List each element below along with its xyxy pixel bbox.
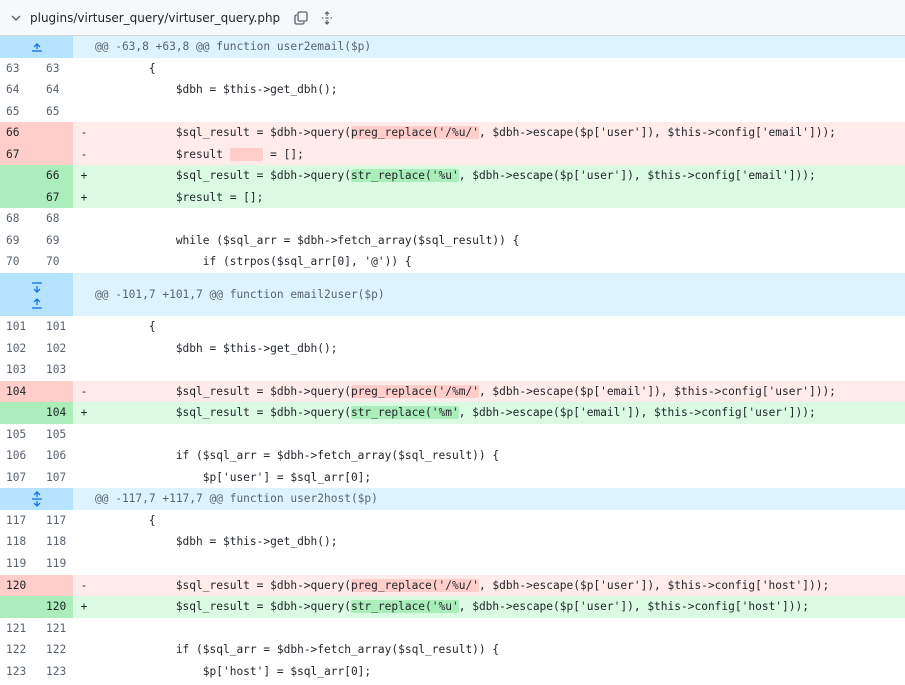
removed-token: preg_replace('/%u/' [350,126,479,140]
copy-icon[interactable] [290,7,312,29]
diff-line: 63 63 { [6,61,156,75]
deleted-line: 66- $sql_result = $dbh->query(preg_repla… [0,122,905,144]
unfold-icon[interactable] [316,7,338,29]
diff-line: 105 105 [6,427,67,441]
deleted-line: 104- $sql_result = $dbh->query(preg_repl… [0,380,905,403]
diff-line: 101 101 { [6,320,156,334]
chevron-down-icon[interactable] [8,10,24,26]
expand-both-icon[interactable] [0,273,73,317]
expand-up-icon[interactable] [0,36,73,58]
diff-line: 70 70 if (strpos($sql_arr[0], '@')) { [6,255,412,269]
diff-line: 107 107 $p['user'] = $sql_arr[0]; [6,470,372,484]
hunk-header-3: @@ -117,7 +117,7 @@ function user2host($… [0,488,905,510]
added-token: str_replace('%u' [350,600,459,614]
expand-both-icon[interactable] [0,488,73,510]
added-line: 66 + $sql_result = $dbh->query(str_replac… [0,165,905,187]
file-path[interactable]: plugins/virtuser_query/virtuser_query.ph… [30,11,280,25]
hunk-header-text: @@ -117,7 +117,7 @@ function user2host($… [95,492,378,506]
hunk-header-text: @@ -101,7 +101,7 @@ function email2user(… [95,288,385,302]
hunk-header-1: @@ -63,8 +63,8 @@ function user2email($p… [0,36,905,58]
diff-line: 121 121 [6,621,67,635]
removed-token: preg_replace('/%m/' [350,384,479,398]
diff-line: 119 119 [6,557,67,571]
added-line: 120 + $sql_result = $dbh->query(str_repla… [0,596,905,618]
hunk-header-text: @@ -63,8 +63,8 @@ function user2email($p… [95,40,372,53]
added-line: 104 + $sql_result = $dbh->query(str_repla… [0,402,905,424]
removed-token [229,147,264,161]
added-token: str_replace('%m' [350,406,459,420]
diff-line: 68 68 [6,212,60,226]
removed-token: preg_replace('/%u/' [350,578,479,592]
diff-line: 122 122 if ($sql_arr = $dbh->fetch_array(… [6,643,500,657]
diff-line: 106 106 if ($sql_arr = $dbh->fetch_array(… [6,449,500,463]
deleted-line: 67- $result = []; [0,143,905,166]
diff-line: 102 102 $dbh = $this->get_dbh(); [6,341,338,355]
file-header: plugins/virtuser_query/virtuser_query.ph… [0,0,905,36]
diff-line: 103 103 [6,363,67,377]
deleted-line: 120- $sql_result = $dbh->query(preg_repl… [0,574,905,597]
diff-line: 64 64 $dbh = $this->get_dbh(); [6,83,338,97]
diff-line: 65 65 [6,104,60,118]
diff-line: 117 117 { [6,513,156,527]
added-token: str_replace('%u' [350,169,459,183]
added-line: 67 + $result = []; [0,186,905,209]
diff-line: 123 123 $p['host'] = $sql_arr[0]; [6,664,372,678]
hunk-header-2: @@ -101,7 +101,7 @@ function email2user(… [0,273,905,317]
diff-line: 118 118 $dbh = $this->get_dbh(); [6,535,338,549]
diff-line: 69 69 while ($sql_arr = $dbh->fetch_array… [6,233,520,247]
